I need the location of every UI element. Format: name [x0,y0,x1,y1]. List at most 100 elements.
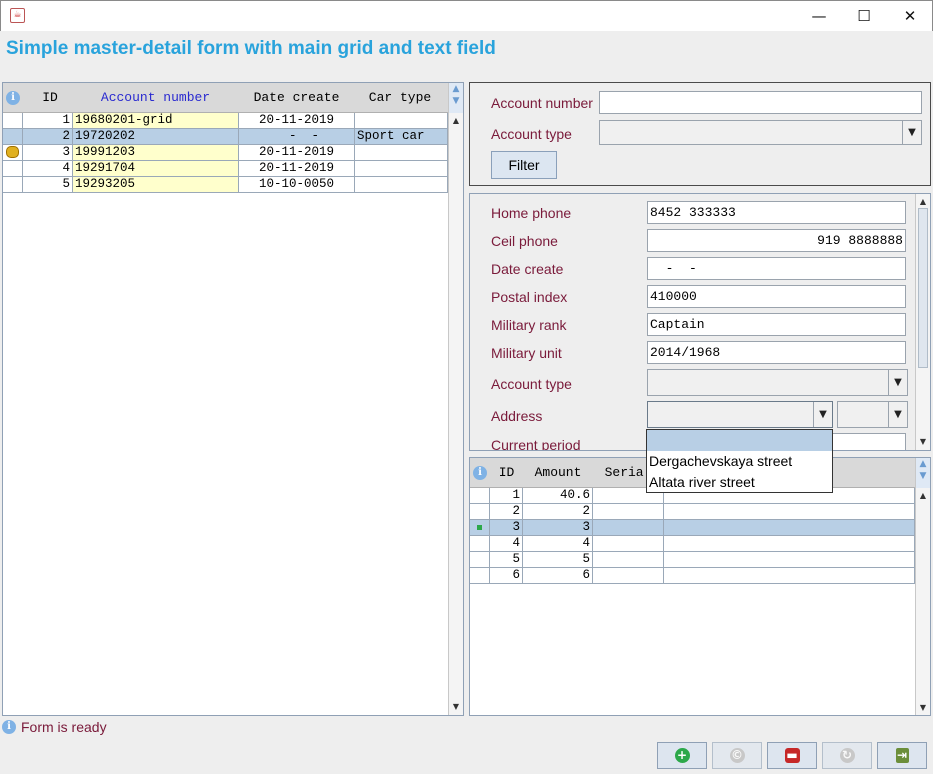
postal-index-input[interactable]: 410000 [647,285,906,308]
column-header-amount[interactable]: Amount [524,458,592,487]
table-row[interactable]: 66 [470,568,915,584]
minimize-button[interactable]: — [796,1,842,31]
table-row[interactable]: 4 19291704 20-11-2019 [3,161,448,177]
cell-car-type[interactable] [355,145,448,160]
column-header-id[interactable]: ID [28,83,72,112]
maximize-button[interactable]: ☐ [841,1,887,31]
row-indicator[interactable] [3,161,23,176]
cell-phone-input[interactable]: 919 8888888 [647,229,906,252]
cell-id[interactable]: 3 [23,145,73,160]
cell-car-type[interactable] [355,177,448,192]
cell-id[interactable]: 5 [23,177,73,192]
cell-date-create[interactable]: 20-11-2019 [239,113,355,128]
scroll-up-icon[interactable]: ▲ [916,196,930,208]
scroll-down-icon[interactable]: ▼ [916,436,930,448]
cell-amount[interactable]: 3 [523,520,593,535]
cell-date-create[interactable]: 20-11-2019 [239,161,355,176]
cell-car-type[interactable] [355,161,448,176]
cell-seria[interactable] [593,536,664,551]
cell-account-number[interactable]: 19720202 [73,129,239,144]
account-number-input[interactable] [599,91,922,114]
cell-amount[interactable]: 2 [523,504,593,519]
cell-amount[interactable]: 4 [523,536,593,551]
military-unit-input[interactable]: 2014/1968 [647,341,906,364]
row-indicator[interactable] [470,504,490,519]
cell-empty[interactable] [664,536,915,551]
cell-id[interactable]: 1 [490,488,523,503]
cell-id[interactable]: 5 [490,552,523,567]
cell-date-create[interactable]: 20-11-2019 [239,145,355,160]
row-indicator[interactable] [470,552,490,567]
table-row[interactable]: 44 [470,536,915,552]
row-indicator[interactable] [470,536,490,551]
table-row[interactable]: 55 [470,552,915,568]
row-indicator[interactable] [470,488,490,503]
cell-account-number[interactable]: 19991203 [73,145,239,160]
row-indicator[interactable] [3,129,23,144]
delete-button[interactable]: ▬ [767,742,817,769]
close-button[interactable]: ✕ [887,1,933,31]
cell-id[interactable]: 2 [23,129,73,144]
scroll-up-icon[interactable]: ▲ [916,490,930,502]
table-row[interactable]: 3 19991203 20-11-2019 [3,145,448,161]
cell-id[interactable]: 4 [23,161,73,176]
detail-form-scrollbar[interactable]: ▲ ▼ [915,194,930,450]
column-chooser-icon[interactable]: ▲ ▼ [449,83,463,113]
table-row[interactable]: 22 [470,504,915,520]
dropdown-option[interactable]: Altata river street [647,472,832,493]
dropdown-option[interactable] [647,430,832,451]
cell-date-create[interactable]: 10-10-0050 [239,177,355,192]
cell-seria[interactable] [593,568,664,583]
date-create-input[interactable]: - - [647,257,906,280]
scroll-up-icon[interactable]: ▲ [449,115,463,127]
cell-id[interactable]: 1 [23,113,73,128]
table-row[interactable]: 1 19680201-grid 20-11-2019 [3,113,448,129]
row-indicator[interactable] [470,568,490,583]
filter-button[interactable]: Filter [491,151,557,179]
scroll-thumb[interactable] [918,208,928,368]
column-header-car-type[interactable]: Car type [355,83,445,112]
military-rank-input[interactable]: Captain [647,313,906,336]
cell-date-create[interactable]: - - [239,129,355,144]
cell-account-number[interactable]: 19680201-grid [73,113,239,128]
refresh-button[interactable]: ↻ [822,742,872,769]
column-header-date-create[interactable]: Date create [239,83,354,112]
cell-amount[interactable]: 6 [523,568,593,583]
master-grid-scrollbar[interactable]: ▲ ▼ ▲ ▼ [448,83,463,715]
chevron-down-icon[interactable]: ▼ [813,402,832,427]
cell-empty[interactable] [664,520,915,535]
detail-grid-scrollbar[interactable]: ▲ ▼ ▲ ▼ [915,458,930,715]
address-select[interactable]: ▼ [647,401,833,428]
column-header-id[interactable]: ID [490,458,523,487]
scroll-down-icon[interactable]: ▼ [916,702,930,714]
cell-id[interactable]: 3 [490,520,523,535]
cell-account-number[interactable]: 19293205 [73,177,239,192]
row-indicator[interactable] [3,145,23,160]
column-header-account-number[interactable]: Account number [73,83,238,112]
table-row[interactable]: 5 19293205 10-10-0050 [3,177,448,193]
chevron-down-icon[interactable]: ▼ [902,121,921,144]
table-row[interactable]: 33 [470,520,915,536]
cell-seria[interactable] [593,552,664,567]
home-phone-input[interactable]: 8452 333333 [647,201,906,224]
cell-amount[interactable]: 5 [523,552,593,567]
cell-empty[interactable] [664,504,915,519]
cell-amount[interactable]: 40.6 [523,488,593,503]
scroll-down-icon[interactable]: ▼ [449,701,463,713]
address-number-select[interactable]: ▼ [837,401,908,428]
row-indicator[interactable] [3,113,23,128]
cell-id[interactable]: 6 [490,568,523,583]
cell-seria[interactable] [593,504,664,519]
cell-empty[interactable] [664,568,915,583]
cell-account-number[interactable]: 19291704 [73,161,239,176]
chevron-down-icon[interactable]: ▼ [888,370,907,395]
cell-car-type[interactable] [355,113,448,128]
account-type-select[interactable]: ▼ [599,120,922,145]
cell-seria[interactable] [593,520,664,535]
exit-button[interactable]: ⇥ [877,742,927,769]
row-indicator[interactable] [470,520,490,535]
dropdown-option[interactable]: Dergachevskaya street [647,451,832,472]
add-button[interactable]: + [657,742,707,769]
cell-id[interactable]: 4 [490,536,523,551]
cell-id[interactable]: 2 [490,504,523,519]
